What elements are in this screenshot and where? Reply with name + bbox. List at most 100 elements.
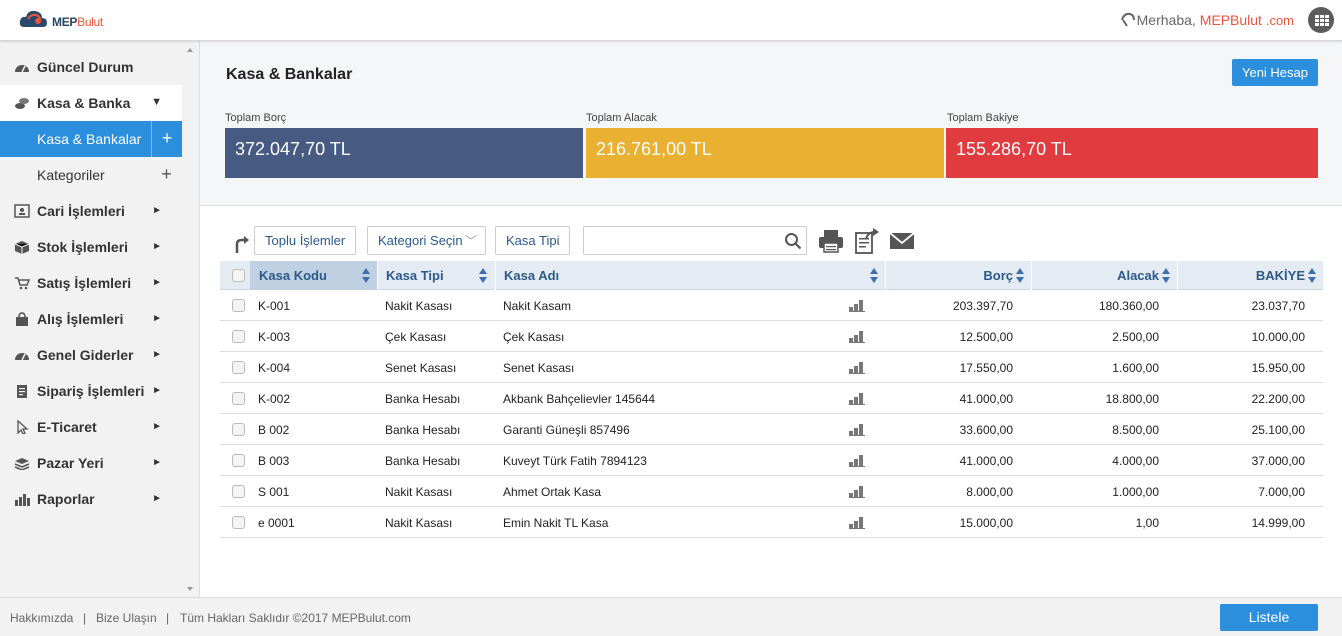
table-row[interactable]: B 003 Banka Hesabı Kuveyt Türk Fatih 78941… bbox=[220, 445, 1323, 476]
stack-icon bbox=[14, 458, 30, 470]
sidebar-item-siparis-islemleri[interactable]: Sipariş İşlemleri ► bbox=[0, 373, 182, 409]
sort-icon[interactable] bbox=[362, 268, 370, 284]
sort-icon[interactable] bbox=[870, 268, 878, 284]
sidebar: Güncel Durum Kasa & Banka ▼ Kasa & Banka… bbox=[0, 41, 200, 597]
sidebar-item-cari-islemleri[interactable]: Cari İşlemleri ► bbox=[0, 193, 182, 229]
row-checkbox[interactable] bbox=[232, 330, 245, 343]
mepbulut-logo[interactable]: MEPBulut bbox=[18, 7, 108, 33]
print-icon[interactable] bbox=[817, 227, 845, 255]
new-account-button[interactable]: Yeni Hesap bbox=[1232, 59, 1318, 86]
mail-icon[interactable] bbox=[888, 227, 916, 255]
kasa-name-cell[interactable]: Akbank Bahçelievler 145644 bbox=[503, 392, 655, 406]
scroll-down-icon[interactable] bbox=[187, 587, 193, 591]
search-input[interactable] bbox=[584, 227, 774, 254]
scroll-up-icon[interactable] bbox=[187, 48, 193, 52]
column-header-borc[interactable]: Borç bbox=[886, 261, 1031, 290]
apps-grid-button[interactable] bbox=[1308, 7, 1334, 33]
chevron-down-icon: ﹀ bbox=[464, 234, 477, 248]
sidebar-item-guncel-durum[interactable]: Güncel Durum bbox=[0, 49, 182, 85]
account-chart-icon[interactable] bbox=[849, 517, 865, 529]
column-header-bakiye[interactable]: BAKİYE bbox=[1178, 261, 1323, 290]
account-chart-icon[interactable] bbox=[849, 424, 865, 436]
add-kategori-plus-button[interactable]: + bbox=[151, 157, 182, 193]
kasa-type-button[interactable]: Kasa Tipi bbox=[495, 226, 571, 255]
sidebar-item-e-ticaret[interactable]: E-Ticaret ► bbox=[0, 409, 182, 445]
column-header-kasa-adi[interactable]: Kasa Adı bbox=[496, 261, 885, 290]
row-checkbox[interactable] bbox=[232, 392, 245, 405]
sidebar-item-genel-giderler[interactable]: Genel Giderler ► bbox=[0, 337, 182, 373]
account-chart-icon[interactable] bbox=[849, 300, 865, 312]
table-row[interactable]: K-001 Nakit Kasası Nakit Kasam 203.397,70 18… bbox=[220, 290, 1323, 321]
table-row[interactable]: K-003 Çek Kasası Çek Kasası 12.500,00 2.500,… bbox=[220, 321, 1323, 352]
caret-right-icon: ► bbox=[152, 205, 162, 216]
kasa-name-cell[interactable]: Çek Kasası bbox=[503, 330, 564, 344]
box-icon bbox=[14, 241, 30, 254]
table-row[interactable]: S 001 Nakit Kasası Ahmet Ortak Kasa 8.000,0… bbox=[220, 476, 1323, 507]
row-checkbox[interactable] bbox=[232, 361, 245, 374]
credit-cell: 1.600,00 bbox=[1112, 361, 1159, 375]
row-checkbox[interactable] bbox=[232, 454, 245, 467]
user-name[interactable]: MEPBulut bbox=[1200, 12, 1262, 28]
cloud-logo-icon bbox=[19, 10, 47, 27]
sidebar-item-satis-islemleri[interactable]: Satış İşlemleri ► bbox=[0, 265, 182, 301]
credit-cell: 1,00 bbox=[1135, 516, 1159, 530]
search-icon[interactable] bbox=[784, 232, 802, 250]
column-header-alacak[interactable]: Alacak bbox=[1032, 261, 1177, 290]
sort-icon[interactable] bbox=[1162, 268, 1170, 284]
sidebar-item-alis-islemleri[interactable]: Alış İşlemleri ► bbox=[0, 301, 182, 337]
table-row[interactable]: B 002 Banka Hesabı Garanti Güneşli 857496 3… bbox=[220, 414, 1323, 445]
contact-link[interactable]: Bize Ulaşın bbox=[96, 611, 157, 625]
table-header: Kasa Kodu Kasa Tipi Kasa Adı Borç Alacak… bbox=[220, 261, 1323, 290]
account-chart-icon[interactable] bbox=[849, 362, 865, 374]
credit-cell: 4.000,00 bbox=[1112, 454, 1159, 468]
column-header-kasa-tipi[interactable]: Kasa Tipi bbox=[378, 261, 495, 290]
table-row[interactable]: K-002 Banka Hesabı Akbank Bahçelievler 145… bbox=[220, 383, 1323, 414]
account-chart-icon[interactable] bbox=[849, 393, 865, 405]
credit-cell: 8.500,00 bbox=[1112, 423, 1159, 437]
row-checkbox[interactable] bbox=[232, 299, 245, 312]
sidebar-item-raporlar[interactable]: Raporlar ► bbox=[0, 481, 182, 517]
bulk-actions-button[interactable]: Toplu İşlemler bbox=[254, 226, 357, 255]
kasa-name-cell[interactable]: Kuveyt Türk Fatih 7894123 bbox=[503, 454, 647, 468]
sidebar-item-pazar-yeri[interactable]: Pazar Yeri ► bbox=[0, 445, 182, 481]
balance-cell: 25.100,00 bbox=[1251, 423, 1305, 437]
total-debt-value: 372.047,70 TL bbox=[225, 128, 583, 178]
kasa-code-cell: e 0001 bbox=[258, 516, 295, 530]
kasa-type-cell: Nakit Kasası bbox=[385, 485, 453, 499]
cart-icon bbox=[15, 277, 30, 290]
kasa-name-cell[interactable]: Emin Nakit TL Kasa bbox=[503, 516, 608, 530]
gauge-icon bbox=[15, 65, 29, 73]
kasa-type-cell: Banka Hesabı bbox=[385, 392, 461, 406]
select-all-checkbox[interactable] bbox=[232, 269, 245, 282]
list-button[interactable]: Listele bbox=[1220, 604, 1318, 631]
column-header-kasa-kodu[interactable]: Kasa Kodu bbox=[250, 261, 377, 290]
sort-icon[interactable] bbox=[1308, 268, 1316, 284]
kasa-name-cell[interactable]: Senet Kasası bbox=[503, 361, 574, 375]
caret-right-icon: ► bbox=[152, 457, 162, 468]
sidebar-item-stok-islemleri[interactable]: Stok İşlemleri ► bbox=[0, 229, 182, 265]
sort-icon[interactable] bbox=[1016, 268, 1024, 284]
kasa-name-cell[interactable]: Ahmet Ortak Kasa bbox=[503, 485, 601, 499]
table-row[interactable]: e 0001 Nakit Kasası Emin Nakit TL Kasa 15.0… bbox=[220, 507, 1323, 538]
balance-cell: 14.999,00 bbox=[1251, 516, 1305, 530]
add-kasa-plus-button[interactable]: + bbox=[151, 121, 182, 157]
account-chart-icon[interactable] bbox=[849, 486, 865, 498]
category-select[interactable]: Kategori Seçin ﹀ bbox=[367, 226, 486, 255]
kasa-name-cell[interactable]: Garanti Güneşli 857496 bbox=[503, 423, 630, 437]
sidebar-subitem-kasa-bankalar[interactable]: Kasa & Bankalar + bbox=[0, 121, 182, 157]
sidebar-subitem-kategoriler[interactable]: Kategoriler + bbox=[0, 157, 182, 193]
row-checkbox[interactable] bbox=[232, 485, 245, 498]
row-checkbox[interactable] bbox=[232, 516, 245, 529]
row-checkbox[interactable] bbox=[232, 423, 245, 436]
balance-cell: 7.000,00 bbox=[1258, 485, 1305, 499]
export-icon[interactable] bbox=[853, 227, 881, 255]
sidebar-item-kasa-banka[interactable]: Kasa & Banka ▼ bbox=[0, 85, 182, 121]
table-row[interactable]: K-004 Senet Kasası Senet Kasası 17.550,00 1.… bbox=[220, 352, 1323, 383]
account-chart-icon[interactable] bbox=[849, 331, 865, 343]
search-box bbox=[583, 226, 807, 255]
sort-icon[interactable] bbox=[479, 268, 487, 284]
sidebar-scrollbar[interactable] bbox=[182, 41, 199, 597]
about-link[interactable]: Hakkımızda bbox=[10, 611, 73, 625]
kasa-name-cell[interactable]: Nakit Kasam bbox=[503, 299, 571, 313]
account-chart-icon[interactable] bbox=[849, 455, 865, 467]
